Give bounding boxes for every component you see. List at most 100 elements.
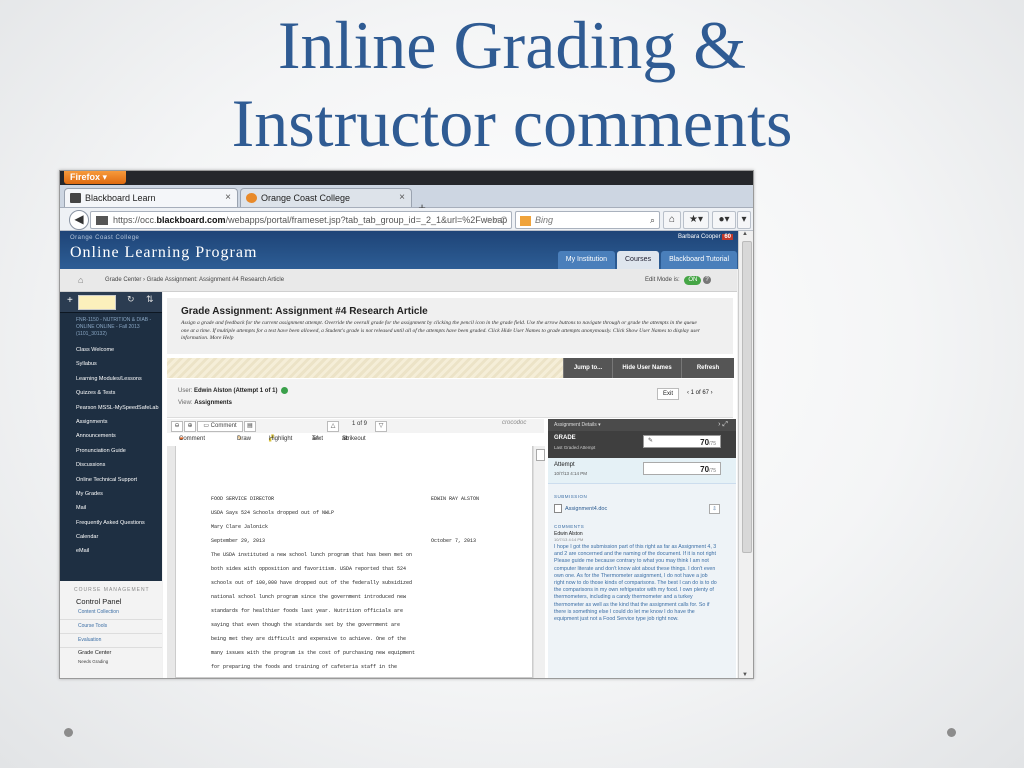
hide-user-names-button[interactable]: Hide User Names	[612, 358, 681, 378]
add-menu-item-icon[interactable]: +	[67, 295, 73, 306]
course-menu-item[interactable]: Mail	[60, 501, 162, 515]
bookmarks-icon[interactable]: ★▾	[683, 211, 709, 229]
previous-page-icon[interactable]: △	[327, 421, 339, 432]
page-count: 1 of 9	[352, 421, 368, 427]
tab-orange-coast-college[interactable]: Orange Coast College ×	[240, 188, 412, 207]
course-menu-item[interactable]: Pearson MSSL-MySpeedSafeLab	[60, 401, 162, 415]
site-identity-icon	[96, 216, 108, 226]
addon-icon[interactable]: ●▾	[712, 211, 736, 229]
refresh-button[interactable]: Refresh	[681, 358, 734, 378]
document-line: many issues with the program is the cost…	[211, 646, 511, 660]
course-menu-items: Class Welcome Syllabus Learning Modules/Le…	[60, 343, 162, 559]
course-menu-item[interactable]: Frequently Asked Questions	[60, 516, 162, 530]
scroll-thumb[interactable]	[742, 241, 752, 553]
grade-field[interactable]: 70/75	[643, 435, 721, 448]
user-value: Edwin Alston (Attempt 1 of 1)	[194, 388, 278, 395]
scroll-down-icon[interactable]: ▼	[742, 672, 748, 678]
close-tab-icon[interactable]: ×	[399, 189, 405, 207]
attempt-box: Attempt 10/7/13 4:14 PM 70/75	[548, 458, 736, 484]
comment-button[interactable]: ▭ Comment	[197, 421, 243, 432]
menu-chevron-icon[interactable]: ▾	[737, 211, 751, 229]
notification-badge: 60	[722, 234, 733, 240]
slide-title-line-1: Inline Grading &	[277, 7, 747, 83]
scroll-thumb[interactable]	[536, 449, 545, 461]
document-line-text: FOOD SERVICE DIRECTOR	[211, 496, 275, 502]
course-menu-item[interactable]: Assignments	[60, 415, 162, 429]
assignment-details-header[interactable]: Assignment Details ▾ › ⤢	[548, 419, 736, 431]
address-bar[interactable]: https://occ.blackboard.com/webapps/porta…	[90, 211, 512, 229]
attempt-label: Attempt	[554, 462, 575, 468]
course-menu-item[interactable]: Learning Modules/Lessons	[60, 372, 162, 386]
grade-assignment-header: Grade Assignment: Assignment #4 Research…	[167, 298, 733, 354]
blackboard-favicon-icon	[70, 193, 81, 203]
panel-item-content-collection[interactable]: Content Collection	[60, 606, 162, 620]
expand-icon[interactable]: › ⤢	[718, 419, 728, 431]
panel-item-evaluation[interactable]: Evaluation	[60, 634, 162, 648]
document-scrollbar[interactable]	[533, 446, 545, 678]
search-icon[interactable]: ⌕	[650, 212, 655, 228]
course-menu-item[interactable]: eMail	[60, 544, 162, 558]
document-icon[interactable]: ▤	[244, 421, 256, 432]
view-value[interactable]: Assignments	[194, 400, 232, 406]
course-menu-item[interactable]: My Grades	[60, 487, 162, 501]
page-scrollbar[interactable]: ▲ ▼	[738, 231, 753, 678]
attempt-date: 10/7/13 4:14 PM	[554, 471, 588, 476]
next-page-icon[interactable]: ▽	[375, 421, 387, 432]
scroll-up-icon[interactable]: ▲	[742, 231, 748, 237]
course-management-header: COURSE MANAGEMENT	[74, 587, 150, 593]
course-menu-item[interactable]: Syllabus	[60, 357, 162, 371]
firefox-menu-button[interactable]: Firefox ▾	[64, 171, 126, 184]
home-icon[interactable]: ⌂	[663, 211, 681, 229]
exit-button[interactable]: Exit	[657, 388, 679, 400]
course-menu-item[interactable]: Online Technical Support	[60, 473, 162, 487]
refresh-icon[interactable]: ↻	[127, 294, 135, 305]
download-icon[interactable]: ⇩	[709, 504, 720, 514]
tab-blackboard-tutorial[interactable]: Blackboard Tutorial	[661, 251, 737, 269]
tab-my-institution[interactable]: My Institution	[557, 251, 615, 269]
menu-search-field[interactable]	[78, 295, 116, 310]
course-menu-item[interactable]: Pronunciation Guide	[60, 444, 162, 458]
url-controls[interactable]: ☆ ▿ C	[483, 212, 507, 228]
program-title: Online Learning Program	[70, 244, 258, 261]
zoom-in-icon[interactable]: ⊕	[184, 421, 196, 432]
bing-engine-icon[interactable]	[520, 215, 531, 226]
tab-courses[interactable]: Courses	[617, 251, 660, 269]
panel-item-needs-grading[interactable]: Needs Grading	[60, 659, 162, 664]
document-toolbar: ⊖ ⊕ ▭ Comment ▤ △ 1 of 9 ▽ crocodoc	[167, 419, 544, 434]
tab-label: Blackboard Learn	[85, 193, 156, 203]
attempt-grade-field[interactable]: 70/75	[643, 462, 721, 475]
document-line: Mary Clare Jalonick	[211, 520, 511, 534]
jump-to-button[interactable]: Jump to...	[563, 358, 612, 378]
close-tab-icon[interactable]: ×	[225, 189, 231, 207]
course-menu-item[interactable]: Discussions	[60, 458, 162, 472]
submission-file[interactable]: Assignment4.doc ⇩	[554, 504, 730, 514]
grade-sub-label: Last Graded Attempt	[554, 445, 596, 450]
course-name[interactable]: FNR-1150 - NUTRITION & DIAB - ONLINE ONL…	[60, 313, 162, 343]
attempt-pager[interactable]: ‹ 1 of 67 ›	[687, 388, 713, 398]
document-line: schools out of 100,000 have dropped out …	[211, 576, 511, 590]
course-menu-item[interactable]: Calendar	[60, 530, 162, 544]
home-icon[interactable]: ⌂	[78, 269, 83, 291]
course-menu-item[interactable]: Class Welcome	[60, 343, 162, 357]
back-arrow-icon[interactable]: ◀	[69, 210, 89, 230]
zoom-out-icon[interactable]: ⊖	[171, 421, 183, 432]
page-description: Assign a grade and feedback for the curr…	[181, 320, 700, 341]
course-menu-item[interactable]: Quizzes & Tests	[60, 386, 162, 400]
document-page[interactable]: FOOD SERVICE DIRECTOR EDWIN RAY ALSTON USD…	[175, 446, 533, 678]
course-menu-item[interactable]: Announcements	[60, 429, 162, 443]
document-line-text: The USDA instituted a new school lunch p…	[211, 552, 413, 558]
breadcrumb[interactable]: Grade Center › Grade Assignment: Assignm…	[105, 269, 284, 291]
panel-item-grade-center[interactable]: Grade Center	[60, 648, 162, 659]
pencil-icon[interactable]: ✎	[648, 437, 653, 444]
course-menu: + ↻ ⇅ FNR-1150 - NUTRITION & DIAB - ONLI…	[60, 292, 162, 678]
help-icon[interactable]: ?	[703, 276, 711, 284]
document-line: USDA Says 524 Schools dropped out of NWL…	[211, 506, 511, 520]
user-menu[interactable]: Barbara Cooper 60	[678, 234, 733, 240]
edit-mode: Edit Mode is: ON ?	[645, 269, 711, 291]
panel-item-course-tools[interactable]: Course Tools	[60, 620, 162, 634]
search-input[interactable]: Bing ⌕	[515, 211, 660, 229]
edit-mode-toggle[interactable]: ON	[684, 276, 702, 285]
tab-blackboard-learn[interactable]: Blackboard Learn ×	[64, 188, 238, 207]
comment-date: 10/7/13 4:14 PM	[554, 537, 584, 542]
sort-icon[interactable]: ⇅	[146, 294, 154, 305]
